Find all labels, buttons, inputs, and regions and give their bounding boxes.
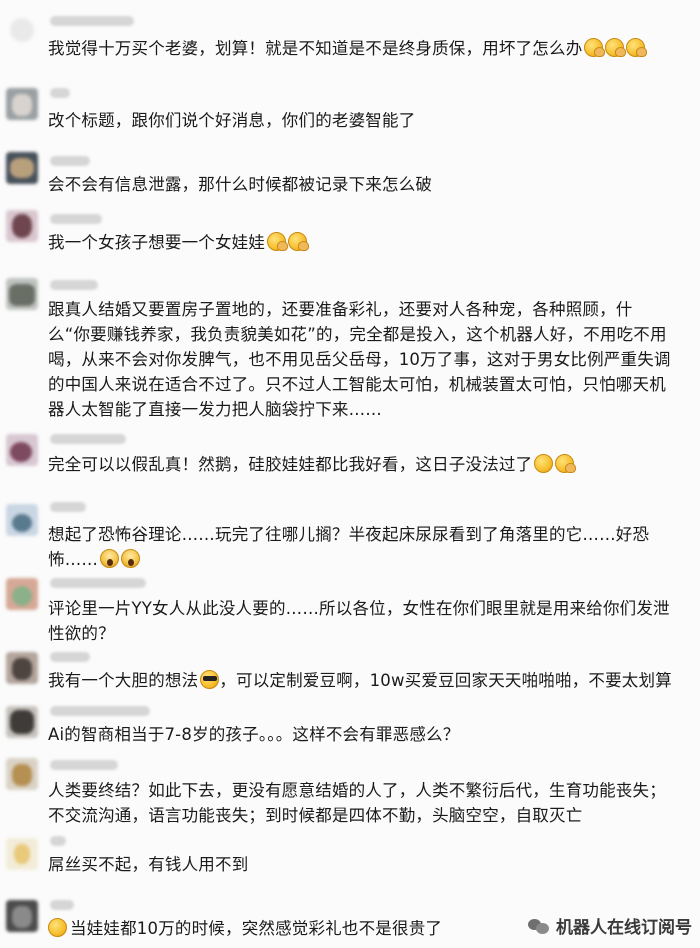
comment-text: 完全可以以假乱真！然鹅，硅胶娃娃都比我好看，这日子没法过了	[48, 452, 672, 477]
username[interactable]	[50, 900, 74, 910]
avatar[interactable]	[6, 434, 38, 466]
avatar[interactable]	[6, 88, 38, 120]
avatar[interactable]	[6, 504, 38, 536]
scream-emoji-icon	[121, 549, 141, 568]
comment-item[interactable]: 改个标题，跟你们说个好消息，你们的老婆智能了	[0, 86, 700, 142]
comment-text: 当娃娃都10万的时候，突然感觉彩礼也不是很贵了	[48, 916, 520, 941]
facepalm-emoji-icon	[267, 232, 289, 251]
username[interactable]	[50, 16, 134, 26]
facepalm-emoji-icon	[584, 38, 606, 57]
comment-item[interactable]: 屌丝买不起，有钱人用不到	[0, 832, 700, 882]
comment-text: 人类要终结？如此下去，更没有愿意结婚的人了，人类不繁衍后代，生育功能丧失；不交流…	[48, 781, 666, 825]
comment-text: 想起了恐怖谷理论……玩完了往哪儿搁？半夜起床尿尿看到了角落里的它……好恐怖……	[48, 525, 650, 569]
facepalm-emoji-icon	[555, 454, 577, 473]
avatar[interactable]	[6, 278, 38, 310]
username[interactable]	[50, 502, 86, 512]
comment-text: 跟真人结婚又要置房子置地的，还要准备彩礼，还要对人各种宠，各种照顾，什么“你要赚…	[48, 300, 671, 419]
facepalm-emoji-icon	[626, 38, 648, 57]
comment-item[interactable]: 我觉得十万买个老婆，划算！就是不知道是不是终身质保，用坏了怎么办	[0, 8, 700, 70]
comment-text: 我一个女孩子想要一个女娃娃	[48, 230, 672, 255]
username[interactable]	[50, 760, 118, 770]
username[interactable]	[50, 280, 98, 290]
comment-item[interactable]: Ai的智商相当于7-8岁的孩子。。。这样不会有罪恶感么？	[0, 702, 700, 752]
smile-emoji-icon	[48, 918, 67, 937]
comment-item[interactable]: 会不会有信息泄露，那什么时候都被记录下来怎么破	[0, 150, 700, 206]
username[interactable]	[50, 652, 90, 662]
comment-text: 我觉得十万买个老婆，划算！就是不知道是不是终身质保，用坏了怎么办	[48, 36, 672, 61]
avatar[interactable]	[6, 652, 38, 684]
avatar[interactable]	[6, 152, 38, 184]
wechat-icon	[528, 917, 550, 935]
comment-item[interactable]: 跟真人结婚又要置房子置地的，还要准备彩礼，还要对人各种宠，各种照顾，什么“你要赚…	[0, 276, 700, 419]
sunglasses-emoji-icon	[200, 670, 220, 689]
comment-item[interactable]: 想起了恐怖谷理论……玩完了往哪儿搁？半夜起床尿尿看到了角落里的它……好恐怖……	[0, 500, 700, 572]
watermark-text: 机器人在线订阅号	[556, 918, 692, 938]
username[interactable]	[50, 214, 102, 224]
comment-item[interactable]: 人类要终结？如此下去，更没有愿意结婚的人了，人类不繁衍后代，生育功能丧失；不交流…	[0, 756, 700, 828]
comment-item[interactable]: 我有一个大胆的想法 ，可以定制爱豆啊，10w买爱豆回家天天啪啪啪，不要太划算	[0, 648, 700, 698]
comment-text: 我有一个大胆的想法 ，可以定制爱豆啊，10w买爱豆回家天天啪啪啪，不要太划算	[48, 670, 672, 690]
username[interactable]	[50, 88, 70, 98]
avatar[interactable]	[6, 900, 38, 932]
username[interactable]	[50, 434, 126, 444]
facepalm-emoji-icon	[605, 38, 627, 57]
wechat-watermark: 机器人在线订阅号	[528, 913, 692, 938]
smile-emoji-icon	[534, 454, 554, 473]
comment-text: 屌丝买不起，有钱人用不到	[48, 855, 249, 874]
comment-text: 会不会有信息泄露，那什么时候都被记录下来怎么破	[48, 175, 433, 194]
comment-item[interactable]: 我一个女孩子想要一个女娃娃	[0, 208, 700, 264]
username[interactable]	[50, 578, 146, 588]
avatar[interactable]	[6, 838, 38, 870]
username[interactable]	[50, 836, 66, 846]
username[interactable]	[50, 706, 150, 716]
comment-list: 我觉得十万买个老婆，划算！就是不知道是不是终身质保，用坏了怎么办 改个标题，跟你…	[0, 0, 700, 948]
comment-item[interactable]: 评论里一片YY女人从此没人要的……所以各位，女性在你们眼里就是用来给你们发泄性欲…	[0, 574, 700, 644]
avatar[interactable]	[6, 758, 38, 790]
avatar[interactable]	[10, 18, 34, 42]
avatar[interactable]	[6, 578, 38, 610]
scream-emoji-icon	[100, 549, 120, 568]
comment-item[interactable]: 完全可以以假乱真！然鹅，硅胶娃娃都比我好看，这日子没法过了	[0, 430, 700, 486]
avatar[interactable]	[6, 706, 38, 738]
avatar[interactable]	[6, 210, 38, 242]
comment-text: 评论里一片YY女人从此没人要的……所以各位，女性在你们眼里就是用来给你们发泄性欲…	[48, 599, 670, 643]
username[interactable]	[50, 156, 90, 166]
facepalm-emoji-icon	[288, 232, 310, 251]
comment-text: 改个标题，跟你们说个好消息，你们的老婆智能了	[48, 111, 416, 130]
comment-text: Ai的智商相当于7-8岁的孩子。。。这样不会有罪恶感么？	[48, 725, 460, 744]
